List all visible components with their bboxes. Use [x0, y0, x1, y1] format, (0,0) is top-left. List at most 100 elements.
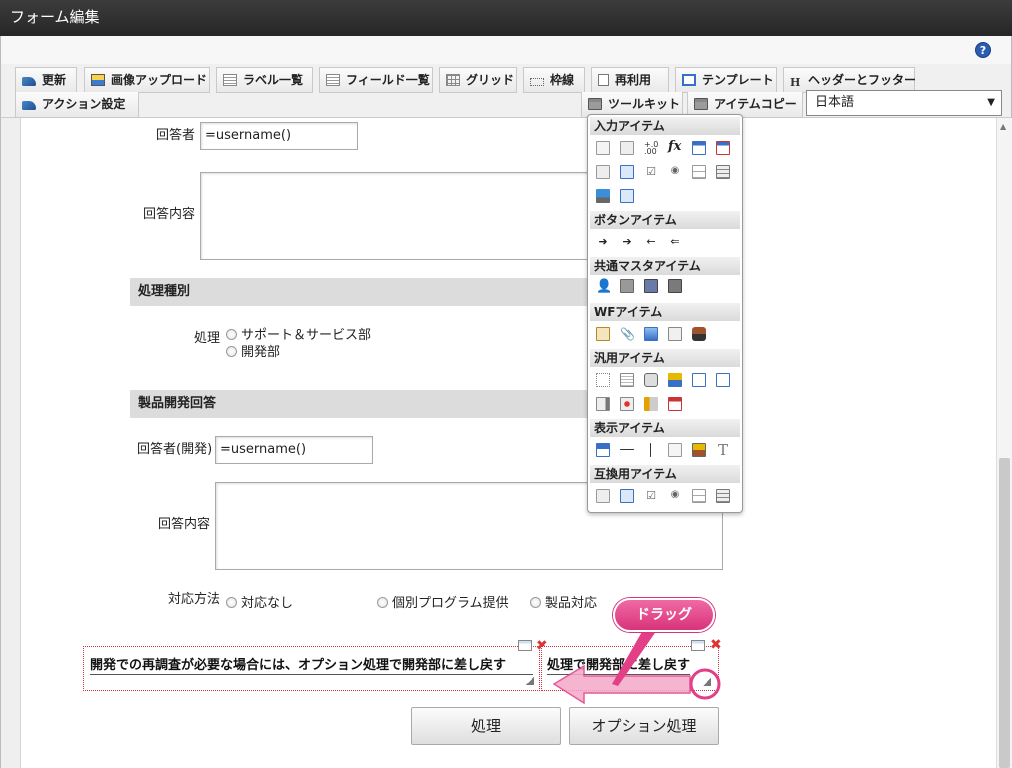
file-upload-item-icon[interactable]	[596, 189, 610, 203]
checkbox-item-icon[interactable]: ☑	[644, 165, 658, 179]
palette-section-wf: WFアイテム	[590, 303, 740, 321]
table-item-icon[interactable]	[620, 189, 634, 203]
textarea-item-icon[interactable]	[620, 141, 634, 155]
help-icon[interactable]: ?	[975, 42, 991, 58]
compat-select-item-icon[interactable]	[596, 489, 610, 503]
option-process-button[interactable]: オプション処理	[569, 707, 719, 745]
compat-list-item-icon[interactable]	[620, 489, 634, 503]
resize-handle-icon[interactable]	[526, 677, 534, 685]
clipboard-item-icon[interactable]	[596, 327, 610, 341]
camera-item-icon[interactable]	[644, 373, 658, 387]
template-label: テンプレート	[702, 73, 774, 87]
select-item-icon[interactable]	[596, 165, 610, 179]
listbox-item-icon[interactable]	[716, 165, 730, 179]
palette-section-general: 汎用アイテム	[590, 349, 740, 367]
user-organization-item-icon[interactable]	[644, 279, 658, 293]
search-item-icon[interactable]	[668, 373, 682, 387]
scroll-up-icon[interactable]: ▲	[1000, 122, 1006, 131]
radio-icon[interactable]	[377, 597, 388, 608]
process-label: 処理	[194, 331, 221, 346]
stamp-item-icon[interactable]	[692, 327, 706, 341]
border-button[interactable]: 枠線	[523, 67, 585, 93]
template-button[interactable]: テンプレート	[675, 67, 777, 93]
chevron-down-icon: ▼	[987, 97, 995, 108]
list-item-icon[interactable]	[620, 165, 634, 179]
download-doc-item-icon[interactable]	[716, 373, 730, 387]
pulldown-item-icon[interactable]	[692, 165, 706, 179]
palette-section-master: 共通マスタアイテム	[590, 257, 740, 275]
item-copy-label: アイテムコピー	[714, 97, 797, 111]
image-item-icon[interactable]	[644, 327, 658, 341]
grid-icon	[446, 74, 460, 86]
compat-checkbox-item-icon[interactable]: ☑	[644, 489, 658, 503]
field-settings-icon[interactable]	[518, 640, 532, 651]
scroll-thumb[interactable]	[999, 458, 1010, 768]
label-list-icon	[223, 74, 237, 86]
toolkit-palette: 入力アイテム +.0.00 fx ☑ ◉ ボタンアイテム ➜ ➔ ← ⇐ 共通マ…	[587, 114, 743, 513]
palette-section-input: 入力アイテム	[590, 117, 740, 135]
text-item-icon[interactable]: T	[716, 441, 730, 459]
compat-radio-item-icon[interactable]: ◉	[668, 489, 682, 503]
hidden-item-icon[interactable]	[596, 373, 610, 387]
datetime-item-icon[interactable]	[716, 141, 730, 155]
answer-label: 回答内容	[143, 207, 196, 222]
text-field-item-icon[interactable]	[596, 141, 610, 155]
action-settings-button[interactable]: アクション設定	[15, 92, 139, 118]
radio-icon[interactable]	[226, 597, 237, 608]
respondent-dev-field[interactable]: =username()	[215, 436, 373, 464]
radio-icon[interactable]	[226, 346, 237, 357]
calendar-item-icon[interactable]	[668, 397, 682, 411]
panel-item-icon[interactable]	[596, 397, 610, 411]
upload-doc-item-icon[interactable]	[692, 373, 706, 387]
label-list-button[interactable]: ラベル一覧	[216, 67, 313, 93]
attachment-item-icon[interactable]: 📎	[620, 327, 635, 341]
response-option-none[interactable]: 対応なし	[226, 592, 293, 611]
submit-button-item-icon[interactable]: ➜	[596, 235, 610, 249]
grid-button[interactable]: グリッド	[439, 67, 517, 93]
palette-section-display: 表示アイテム	[590, 419, 740, 437]
header-footer-label: ヘッダーとフッター	[808, 73, 917, 87]
palette-section-compat: 互換用アイテム	[590, 465, 740, 483]
respondent-field[interactable]: =username()	[200, 122, 358, 150]
field-list-label: フィールド一覧	[346, 73, 430, 87]
box-item-icon[interactable]	[668, 443, 682, 457]
section-process-type: 処理種別	[130, 278, 600, 306]
compat-listbox-item-icon[interactable]	[716, 489, 730, 503]
horizontal-line-item-icon[interactable]	[620, 449, 634, 450]
image-upload-button[interactable]: 画像アップロード	[84, 67, 210, 93]
vertical-line-item-icon[interactable]	[650, 443, 651, 457]
process-button[interactable]: 処理	[411, 707, 561, 745]
tree-item-icon[interactable]	[644, 397, 658, 411]
border-icon	[530, 78, 544, 86]
compat-pulldown-item-icon[interactable]	[692, 489, 706, 503]
resize-handle-icon[interactable]	[703, 678, 711, 686]
picture-item-icon[interactable]	[692, 443, 706, 457]
vertical-scrollbar[interactable]: ▲	[996, 118, 1012, 768]
field-list-button[interactable]: フィールド一覧	[319, 67, 433, 93]
language-select[interactable]: 日本語 ▼	[806, 90, 1002, 116]
radio-item-icon[interactable]: ◉	[668, 165, 682, 179]
label-item-icon[interactable]	[596, 443, 610, 457]
back-button-item-icon[interactable]: ←	[644, 235, 658, 249]
refresh-button[interactable]: 更新	[15, 67, 77, 93]
history-item-icon[interactable]	[668, 327, 682, 341]
number-item-icon[interactable]: +.0.00	[644, 141, 658, 156]
position-item-icon[interactable]	[668, 279, 682, 293]
respondent-label: 回答者	[156, 128, 196, 143]
response-option-program[interactable]: 個別プログラム提供	[377, 592, 509, 611]
slide-item-icon[interactable]	[620, 397, 634, 411]
document-item-icon[interactable]	[620, 373, 634, 387]
answer-textarea[interactable]	[200, 172, 592, 260]
toolkit-icon	[588, 98, 602, 110]
border-label: 枠線	[550, 73, 575, 87]
date-item-icon[interactable]	[692, 141, 706, 155]
process-option-dev[interactable]: 開発部	[226, 341, 280, 360]
next-button-item-icon[interactable]: ➔	[620, 235, 634, 249]
formula-item-icon[interactable]: fx	[668, 139, 682, 154]
organization-item-icon[interactable]	[620, 279, 634, 293]
radio-icon[interactable]	[226, 329, 237, 340]
user-item-icon[interactable]: 👤	[596, 279, 612, 294]
refresh-icon	[22, 77, 36, 86]
reuse-button[interactable]: 再利用	[591, 67, 669, 93]
return-button-item-icon[interactable]: ⇐	[668, 235, 682, 249]
